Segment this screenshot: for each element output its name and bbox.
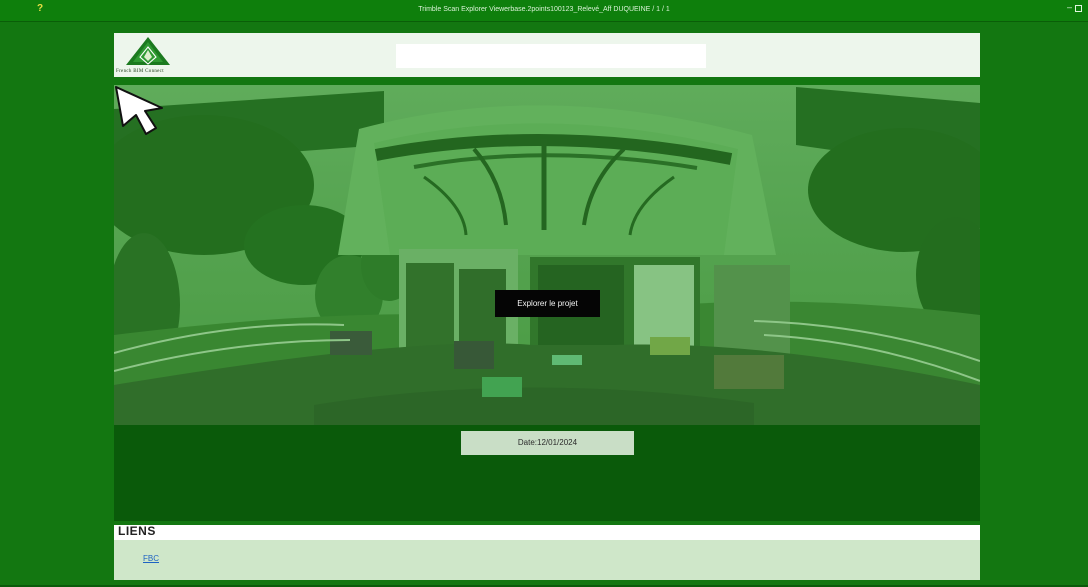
cursor-arrow-icon bbox=[115, 86, 163, 135]
window-titlebar: ? Trimble Scan Explorer Viewerbase.2poin… bbox=[0, 0, 1088, 22]
header-banner-field bbox=[396, 44, 706, 68]
link-fbc[interactable]: FBC bbox=[143, 554, 159, 563]
panorama-hero: Explorer le projet bbox=[114, 85, 980, 425]
brand-name: French BIM Connect bbox=[116, 69, 164, 74]
links-heading: LIENS bbox=[118, 524, 156, 538]
minimize-icon[interactable]: – bbox=[1066, 3, 1073, 12]
project-info-band: Date:12/01/2024 bbox=[114, 425, 980, 521]
window-controls: – bbox=[1066, 3, 1082, 12]
window-title: Trimble Scan Explorer Viewerbase.2points… bbox=[418, 6, 670, 13]
explore-project-button[interactable]: Explorer le projet bbox=[495, 290, 600, 317]
help-icon[interactable]: ? bbox=[37, 3, 43, 14]
header-band: French BIM Connect bbox=[114, 33, 980, 77]
links-section: FBC bbox=[114, 540, 980, 580]
maximize-icon[interactable] bbox=[1075, 5, 1082, 12]
project-date: Date:12/01/2024 bbox=[461, 431, 634, 455]
brand-logo: French BIM Connect bbox=[116, 35, 186, 75]
panorama-image bbox=[114, 85, 980, 425]
links-title-band: LIENS bbox=[114, 524, 980, 540]
